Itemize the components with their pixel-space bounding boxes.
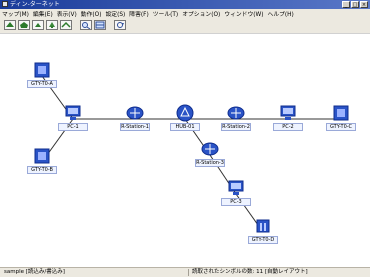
menu-operation[interactable]: 動作(O)	[79, 9, 104, 18]
node-label: HUB-01	[170, 123, 200, 131]
node-label: GTY-T0-D	[248, 236, 278, 244]
toolbar	[0, 18, 370, 34]
menu-options[interactable]: オプション(O)	[180, 9, 222, 18]
node-server-2[interactable]: GTY-T0-B	[27, 147, 57, 175]
back-icon[interactable]	[4, 20, 16, 30]
pc-icon	[280, 105, 296, 120]
window-controls: _ □ ×	[342, 1, 368, 8]
node-router-2[interactable]: R-Station-2	[221, 104, 251, 132]
window-title: ディン-ターネット	[10, 1, 60, 8]
server-icon	[34, 148, 50, 164]
refresh-icon[interactable]	[114, 20, 126, 30]
node-label: PC-1	[58, 123, 88, 131]
node-label: R-Station-3	[195, 159, 225, 167]
node-label: GTY-T0-B	[27, 166, 57, 174]
node-label: PC-2	[273, 123, 303, 131]
server-icon	[34, 62, 50, 78]
status-divider	[188, 269, 189, 276]
zoom-icon[interactable]	[80, 20, 92, 30]
hub-icon	[176, 104, 194, 122]
upup-icon[interactable]	[46, 20, 58, 30]
app-icon	[2, 1, 8, 7]
node-pc-1[interactable]: PC-1	[58, 104, 88, 132]
node-label: R-Station-2	[221, 123, 251, 131]
node-pc-3[interactable]: PC-3	[221, 179, 251, 207]
close-button[interactable]: ×	[360, 1, 368, 8]
menu-help[interactable]: ヘルプ(H)	[266, 9, 296, 18]
building-icon	[256, 219, 270, 233]
title-bar: ディン-ターネット _ □ ×	[0, 0, 370, 9]
node-pc-2[interactable]: PC-2	[273, 104, 303, 132]
link-icon[interactable]	[60, 20, 72, 30]
node-label: R-Station-1	[120, 123, 150, 131]
node-label: PC-3	[221, 198, 251, 206]
router-icon	[126, 106, 144, 120]
menu-map[interactable]: マップ(M)	[0, 9, 31, 18]
node-hub[interactable]: HUB-01	[170, 104, 200, 132]
server-icon	[333, 105, 349, 121]
menu-edit[interactable]: 編集(E)	[31, 9, 55, 18]
menu-view[interactable]: 表示(V)	[55, 9, 79, 18]
node-server-3[interactable]: GTY-T0-C	[326, 104, 356, 132]
router-icon	[227, 106, 245, 120]
maximize-button[interactable]: □	[351, 1, 359, 8]
pc-icon	[65, 105, 81, 120]
menu-settings[interactable]: 設定(S)	[103, 9, 127, 18]
node-router-3[interactable]: R-Station-3	[195, 140, 225, 168]
node-label: GTY-T0-A	[27, 80, 57, 88]
router-icon	[201, 142, 219, 156]
home-icon[interactable]	[18, 20, 30, 30]
menu-fault[interactable]: 障害(F)	[127, 9, 150, 18]
node-building-1[interactable]: GTY-T0-D	[248, 217, 278, 245]
map-icon[interactable]	[94, 20, 106, 30]
minimize-button[interactable]: _	[342, 1, 350, 8]
node-server-1[interactable]: GTY-T0-A	[27, 61, 57, 89]
app-window: ディン-ターネット _ □ × マップ(M) 編集(E) 表示(V) 動作(O)…	[0, 0, 370, 277]
menu-window[interactable]: ウィンドウ(W)	[222, 9, 265, 18]
menu-tools[interactable]: ツール(T)	[151, 9, 180, 18]
network-map[interactable]: GTY-T0-A PC-1 GTY-T0-B R-Station-1 HUB-0…	[0, 33, 370, 267]
up-icon[interactable]	[32, 20, 44, 30]
node-label: GTY-T0-C	[326, 123, 356, 131]
pc-icon	[228, 180, 244, 195]
node-router-1[interactable]: R-Station-1	[120, 104, 150, 132]
